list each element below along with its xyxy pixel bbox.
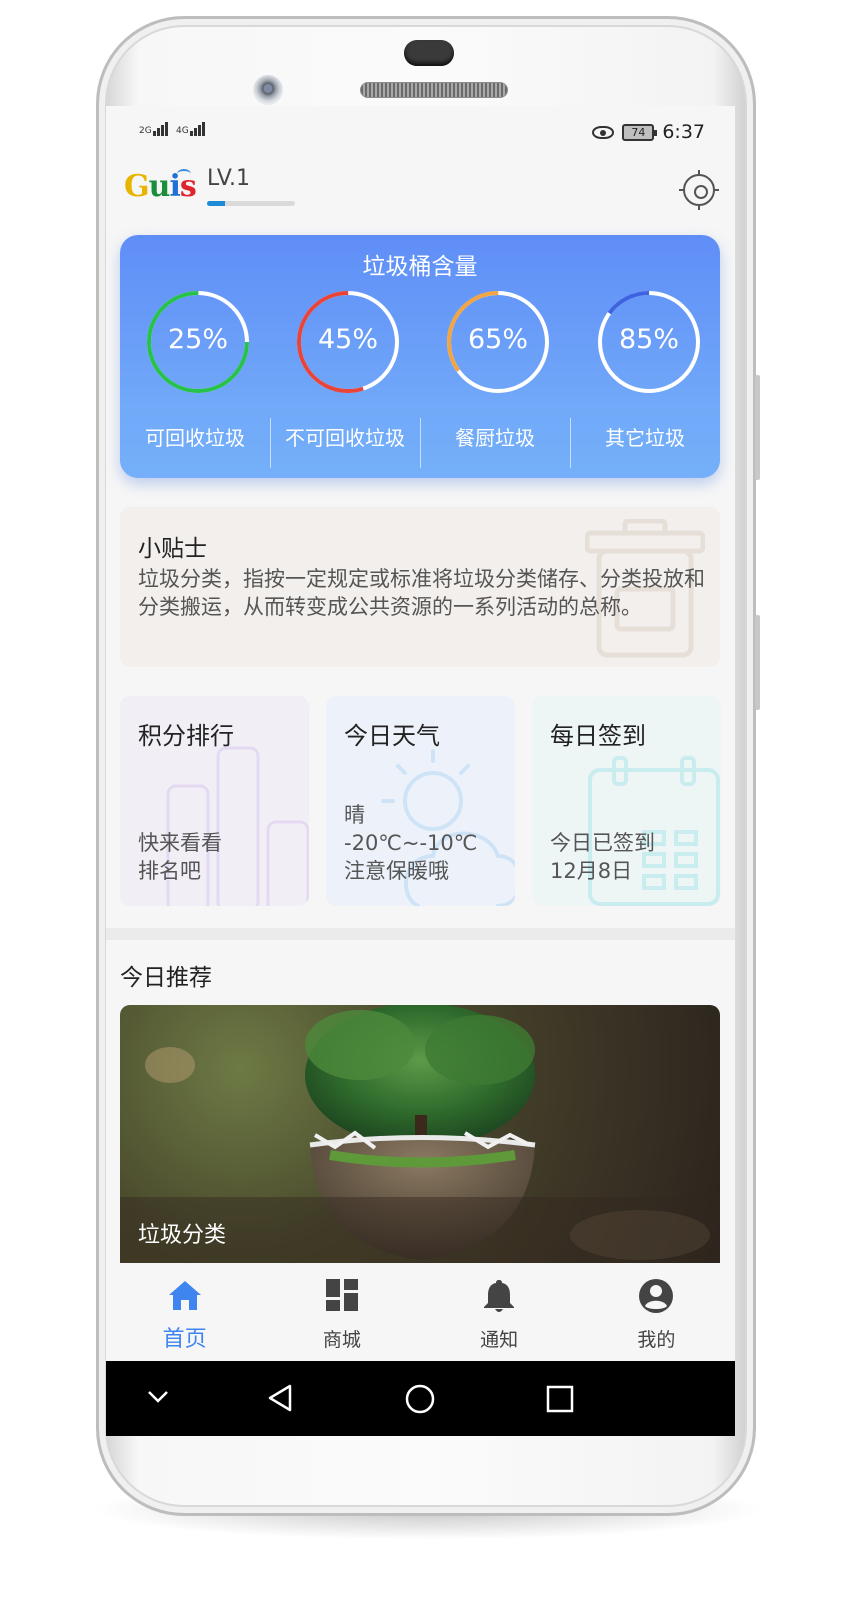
nav-label: 首页 [162, 1327, 207, 1352]
nav-notify[interactable]: 通知 [421, 1263, 578, 1361]
nav-home[interactable]: 首页 [106, 1263, 263, 1361]
tile-line-2: -20℃~-10℃ [344, 831, 478, 855]
nav-mine[interactable]: 我的 [578, 1263, 735, 1361]
signal-icon: 2G [139, 122, 168, 136]
nav-label: 通知 [480, 1329, 519, 1351]
tile-line-1: 快来看看 [138, 831, 222, 855]
bin-category-1[interactable]: 可回收垃圾 [120, 409, 270, 478]
back-icon[interactable] [266, 1383, 294, 1413]
power-button [755, 615, 760, 710]
earpiece [404, 40, 454, 66]
home-icon [168, 1281, 201, 1310]
user-level: LV.1 [207, 166, 251, 191]
tile-title: 今日天气 [344, 722, 440, 750]
gauge-4: 85% [594, 287, 704, 397]
app-logo: Guis [124, 169, 197, 204]
screen: 2G 4G 74 6:37 Guis LV.1 垃圾桶含量 25% 45% 65% 8… [106, 106, 735, 1361]
ranking-tile[interactable]: 积分排行 快来看看 排名吧 [120, 696, 309, 906]
bottom-nav: 首页 商城 通知 我的 [106, 1263, 735, 1361]
recommend-caption: 垃圾分类 [138, 1223, 227, 1248]
gauge-percent: 45% [317, 324, 378, 355]
section-divider [106, 928, 735, 940]
locate-icon[interactable] [679, 170, 719, 210]
bell-icon [484, 1280, 515, 1312]
tile-title: 每日签到 [550, 722, 646, 750]
clock: 6:37 [662, 121, 705, 143]
battery-level: 74 [631, 125, 646, 139]
tips-title: 小贴士 [138, 536, 207, 562]
tile-line-2: 排名吧 [138, 859, 201, 883]
status-bar: 2G 4G 74 6:37 [106, 106, 735, 161]
bin-category-4[interactable]: 其它垃圾 [570, 409, 720, 478]
tile-title: 积分排行 [138, 722, 234, 750]
tile-line-1: 晴 [344, 803, 365, 827]
volume-button [755, 375, 760, 480]
system-nav-bar [106, 1361, 735, 1436]
gauge-1: 25% [143, 287, 253, 397]
tile-line-2: 12月8日 [550, 859, 633, 883]
battery-icon: 74 [622, 123, 658, 141]
account-icon [639, 1279, 674, 1313]
tile-line-3: 注意保暖哦 [344, 859, 449, 883]
speaker-grille [360, 82, 508, 98]
nav-label: 商城 [322, 1329, 361, 1351]
chevron-down-icon[interactable] [146, 1387, 170, 1407]
gauge-percent: 25% [167, 324, 228, 355]
nav-shop[interactable]: 商城 [263, 1263, 420, 1361]
checkin-tile[interactable]: 每日签到 今日已签到 12月8日 [532, 696, 721, 906]
gauge-3: 65% [443, 287, 553, 397]
weather-tile[interactable]: 今日天气 晴 -20℃~-10℃ 注意保暖哦 [326, 696, 515, 906]
tile-line-1: 今日已签到 [550, 831, 655, 855]
front-camera [253, 75, 283, 105]
level-progress-fill [207, 201, 225, 206]
gauges-row: 25% 45% 65% 85% [120, 287, 720, 397]
signal-1-label: 2G [139, 126, 152, 136]
recommend-card[interactable]: 垃圾分类 [120, 1005, 720, 1263]
recommend-title: 今日推荐 [120, 965, 212, 991]
signal-2-label: 4G [176, 126, 189, 136]
level-progress-bar [207, 201, 295, 206]
bin-categories: 可回收垃圾 不可回收垃圾 餐厨垃圾 其它垃圾 [120, 409, 720, 478]
signal-icon-2: 4G [176, 122, 205, 136]
gauge-2: 45% [293, 287, 403, 397]
recents-icon[interactable] [546, 1385, 574, 1413]
nav-label: 我的 [637, 1329, 676, 1351]
app-bar: Guis LV.1 [106, 161, 735, 231]
dashboard-icon [325, 1279, 358, 1311]
gauge-percent: 65% [467, 324, 528, 355]
gauge-percent: 85% [618, 324, 679, 355]
bin-category-3[interactable]: 餐厨垃圾 [420, 409, 570, 478]
tips-card[interactable]: 小贴士 垃圾分类，指按一定规定或标准将垃圾分类储存、分类投放和分类搬运，从而转变… [120, 507, 720, 667]
home-circle-icon[interactable] [404, 1383, 436, 1415]
tips-text: 垃圾分类，指按一定规定或标准将垃圾分类储存、分类投放和分类搬运，从而转变成公共资… [138, 567, 705, 619]
bin-capacity-card: 垃圾桶含量 25% 45% 65% 85% 可回收垃圾 不可回收垃圾 餐厨垃圾 其它垃圾 [120, 235, 720, 478]
eye-comfort-icon [592, 125, 615, 139]
bin-capacity-title: 垃圾桶含量 [362, 254, 478, 280]
bin-category-2[interactable]: 不可回收垃圾 [270, 409, 420, 478]
